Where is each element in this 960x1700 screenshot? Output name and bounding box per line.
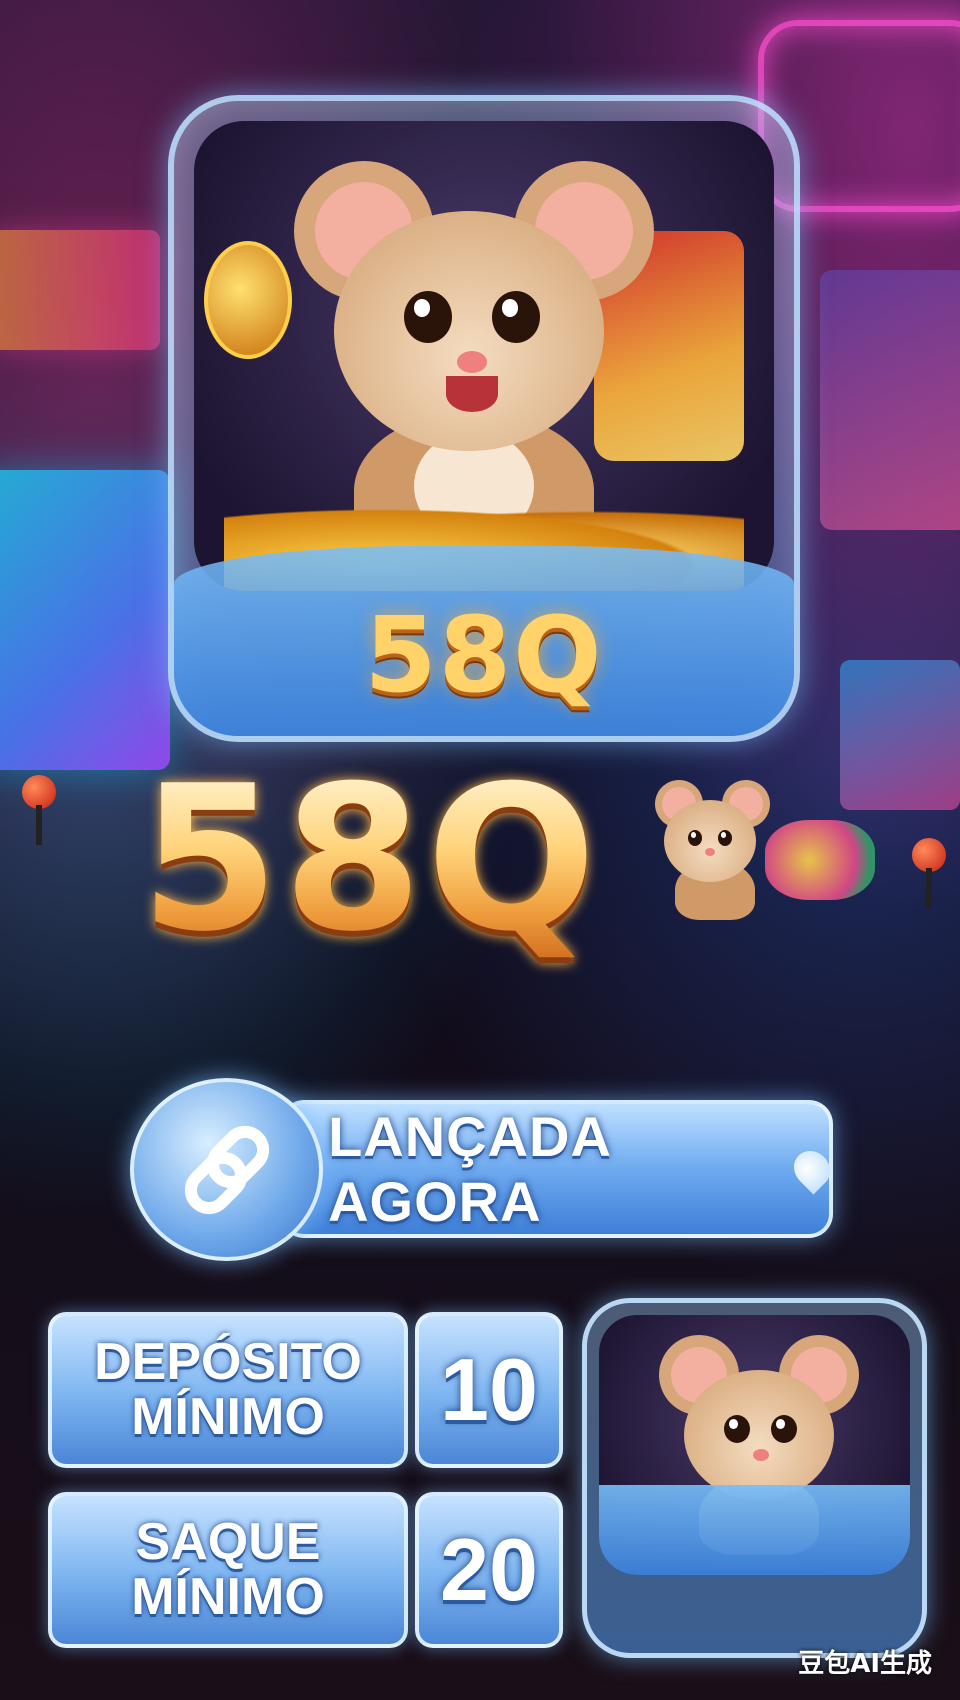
- arcade-screen-right-lower: [840, 660, 960, 810]
- joystick-right: [912, 838, 946, 908]
- brand-title: 58Q: [140, 743, 601, 976]
- thumbnail-water: [599, 1485, 910, 1575]
- min-withdraw-label-line1: SAQUE: [135, 1513, 321, 1572]
- launch-now-banner[interactable]: LANÇADA AGORA: [275, 1100, 838, 1238]
- link-icon: [184, 1125, 269, 1214]
- min-deposit-label-line2: MÍNIMO: [131, 1388, 325, 1446]
- app-icon-thumbnail[interactable]: [582, 1298, 927, 1658]
- min-withdraw-value: 20: [415, 1492, 563, 1648]
- min-deposit-label-line1: DEPÓSITO: [94, 1333, 362, 1392]
- icon-brand-text: 58Q: [364, 594, 604, 716]
- water-drop-icon: [786, 1143, 838, 1195]
- arcade-screen-right: [820, 270, 960, 530]
- thumbnail-artwork: [599, 1315, 910, 1575]
- link-button[interactable]: [130, 1078, 323, 1261]
- min-deposit-value: 10: [415, 1312, 563, 1468]
- min-withdraw-label-line2: MÍNIMO: [131, 1568, 325, 1626]
- app-icon-card[interactable]: 58Q: [168, 95, 800, 742]
- joystick-left: [22, 775, 56, 845]
- launch-now-label: LANÇADA AGORA: [328, 1105, 610, 1233]
- mini-mouse-mascot: [650, 775, 770, 925]
- app-icon-artwork: [194, 121, 774, 591]
- arcade-screen-left-top: [0, 230, 160, 350]
- min-deposit-label: DEPÓSITO MÍNIMO: [48, 1312, 408, 1468]
- mouse-mascot: [274, 141, 654, 571]
- ai-watermark: 豆包AI生成: [798, 1649, 932, 1679]
- arcade-screen-left: [0, 470, 170, 770]
- min-withdraw-label: SAQUE MÍNIMO: [48, 1492, 408, 1648]
- mini-treasure-icon: [765, 820, 875, 900]
